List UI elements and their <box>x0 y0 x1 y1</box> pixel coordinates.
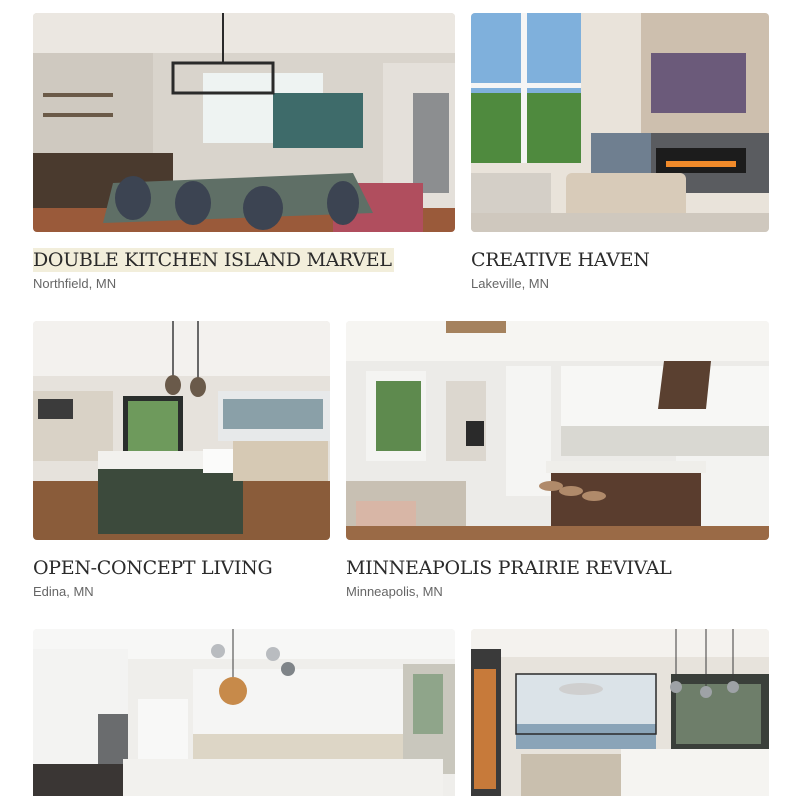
project-location: Edina, MN <box>33 584 94 599</box>
lake-view-dining-photo[interactable] <box>471 629 769 796</box>
white-kitchen-wood-island-photo[interactable] <box>346 321 769 540</box>
project-title[interactable]: OPEN-CONCEPT LIVING <box>33 556 273 580</box>
kitchen-island-photo[interactable] <box>33 13 455 232</box>
white-kitchen-pendants-photo[interactable] <box>33 629 455 796</box>
project-location: Minneapolis, MN <box>346 584 443 599</box>
project-title[interactable]: DOUBLE KITCHEN ISLAND MARVEL <box>33 248 394 272</box>
project-title[interactable]: CREATIVE HAVEN <box>471 248 650 272</box>
project-location: Northfield, MN <box>33 276 117 291</box>
living-room-fireplace-photo[interactable] <box>471 13 769 232</box>
open-kitchen-green-island-photo[interactable] <box>33 321 330 540</box>
project-location: Lakeville, MN <box>471 276 550 291</box>
project-title[interactable]: MINNEAPOLIS PRAIRIE REVIVAL <box>346 556 672 580</box>
